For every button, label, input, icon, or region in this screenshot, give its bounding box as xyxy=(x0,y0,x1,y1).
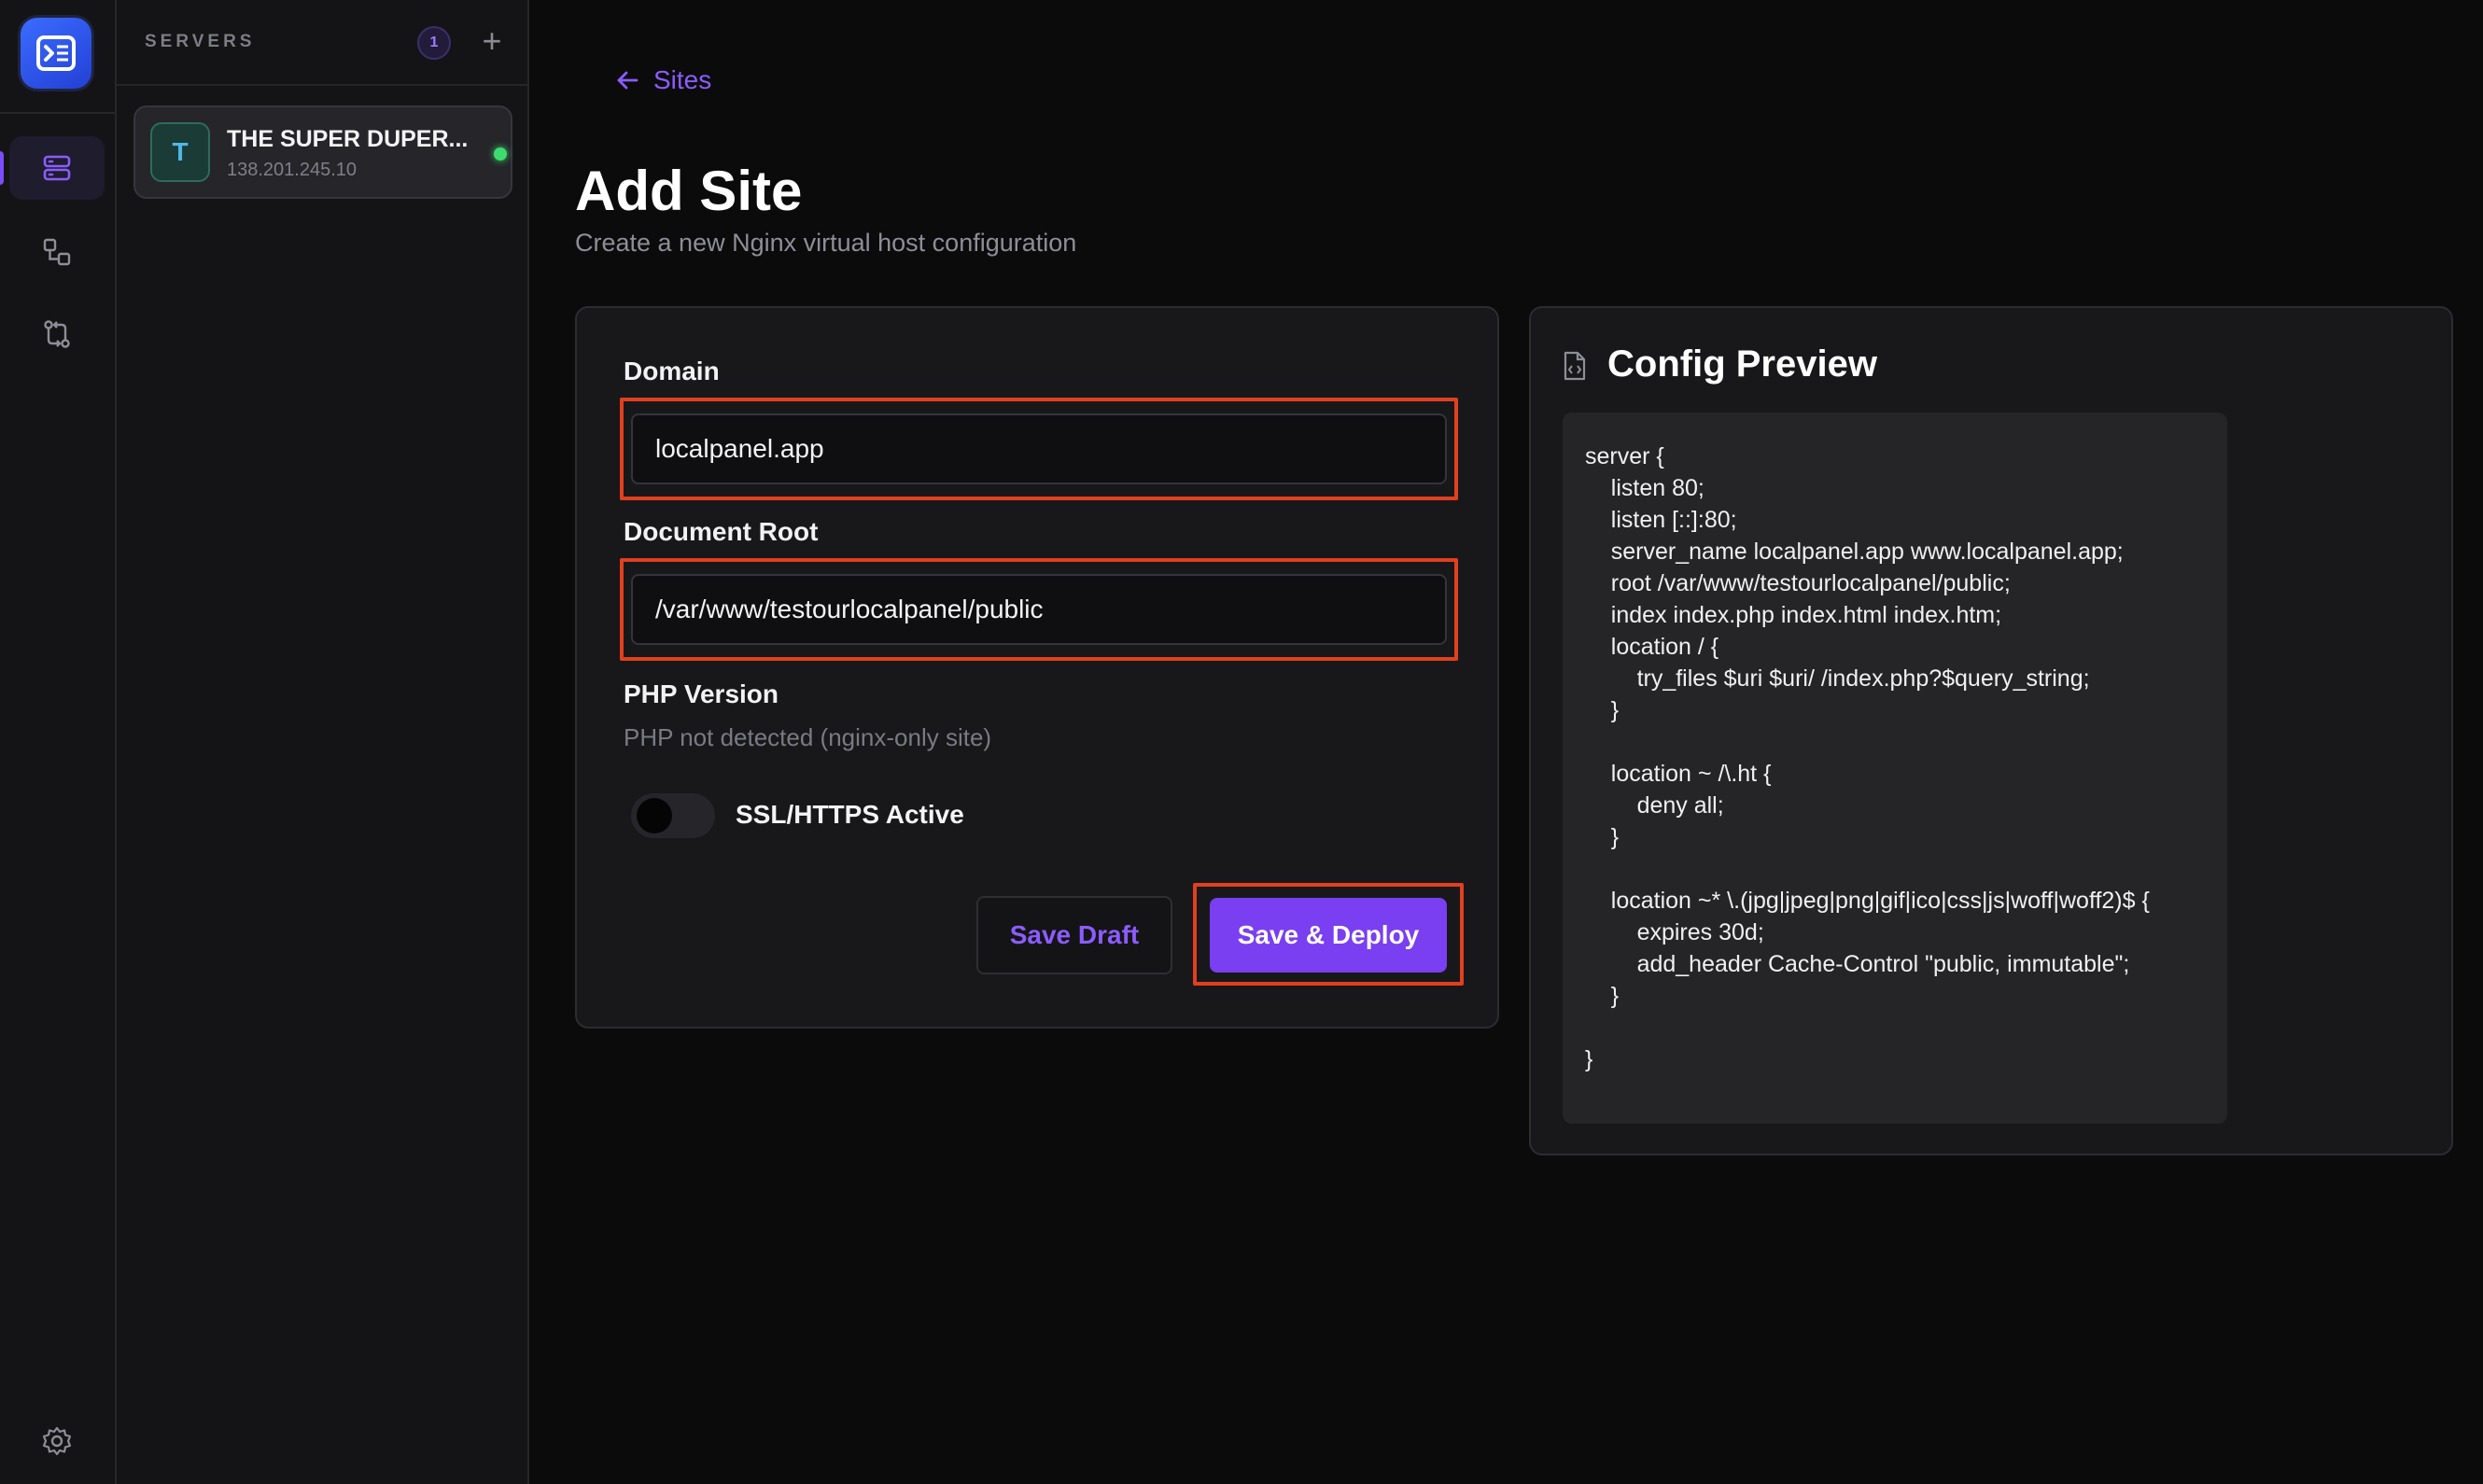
page-title: Add Site xyxy=(575,160,803,222)
server-item[interactable]: T THE SUPER DUPER... 138.201.245.10 xyxy=(133,105,512,199)
file-code-icon xyxy=(1564,351,1586,381)
server-name: THE SUPER DUPER... xyxy=(227,126,469,152)
server-ip: 138.201.245.10 xyxy=(227,160,358,180)
config-preview-title: Config Preview xyxy=(1607,343,1877,385)
config-code-block: server { listen 80; listen [::]:80; serv… xyxy=(1563,413,2227,1124)
servers-header: SERVERS 1 + xyxy=(117,0,527,86)
document-root-input[interactable] xyxy=(631,574,1447,645)
active-indicator xyxy=(0,151,4,185)
gear-icon xyxy=(42,1426,72,1456)
app-rail xyxy=(0,0,117,1484)
arrow-left-icon xyxy=(617,71,638,90)
php-version-label: PHP Version xyxy=(624,679,779,708)
config-preview-panel: Config Preview server { listen 80; liste… xyxy=(1529,306,2453,1155)
add-site-form: Domain Document Root PHP Version PHP not… xyxy=(575,306,1499,1029)
connections-icon xyxy=(43,238,71,266)
sync-icon xyxy=(44,320,70,348)
php-version-note: PHP not detected (nginx-only site) xyxy=(624,723,992,751)
servers-panel: SERVERS 1 + T THE SUPER DUPER... 138.201… xyxy=(117,0,529,1484)
domain-input[interactable] xyxy=(631,413,1447,484)
add-server-button[interactable]: + xyxy=(471,22,512,63)
rail-divider xyxy=(0,112,117,114)
save-deploy-button[interactable]: Save & Deploy xyxy=(1210,898,1447,973)
servers-icon xyxy=(43,155,71,181)
ssl-toggle-knob xyxy=(637,798,672,833)
ssl-toggle-label: SSL/HTTPS Active xyxy=(736,800,964,829)
document-root-label: Document Root xyxy=(624,517,819,546)
rail-servers-button[interactable] xyxy=(9,136,105,200)
servers-title: SERVERS xyxy=(145,32,256,51)
status-online-indicator xyxy=(494,147,507,161)
ssl-toggle[interactable] xyxy=(631,793,715,838)
server-avatar: T xyxy=(150,122,210,182)
servers-count-badge: 1 xyxy=(417,26,451,60)
back-link-label: Sites xyxy=(653,65,712,94)
rail-settings-button[interactable] xyxy=(9,1409,105,1473)
page-subtitle: Create a new Nginx virtual host configur… xyxy=(575,229,1077,257)
back-to-sites-link[interactable]: Sites xyxy=(614,65,711,95)
rail-sync-button[interactable] xyxy=(9,302,105,366)
save-draft-button[interactable]: Save Draft xyxy=(976,896,1172,974)
config-code: server { listen 80; listen [::]:80; serv… xyxy=(1585,443,2150,1072)
rail-connections-button[interactable] xyxy=(9,220,105,284)
domain-label: Domain xyxy=(624,357,720,385)
terminal-logo-icon[interactable] xyxy=(21,18,91,89)
